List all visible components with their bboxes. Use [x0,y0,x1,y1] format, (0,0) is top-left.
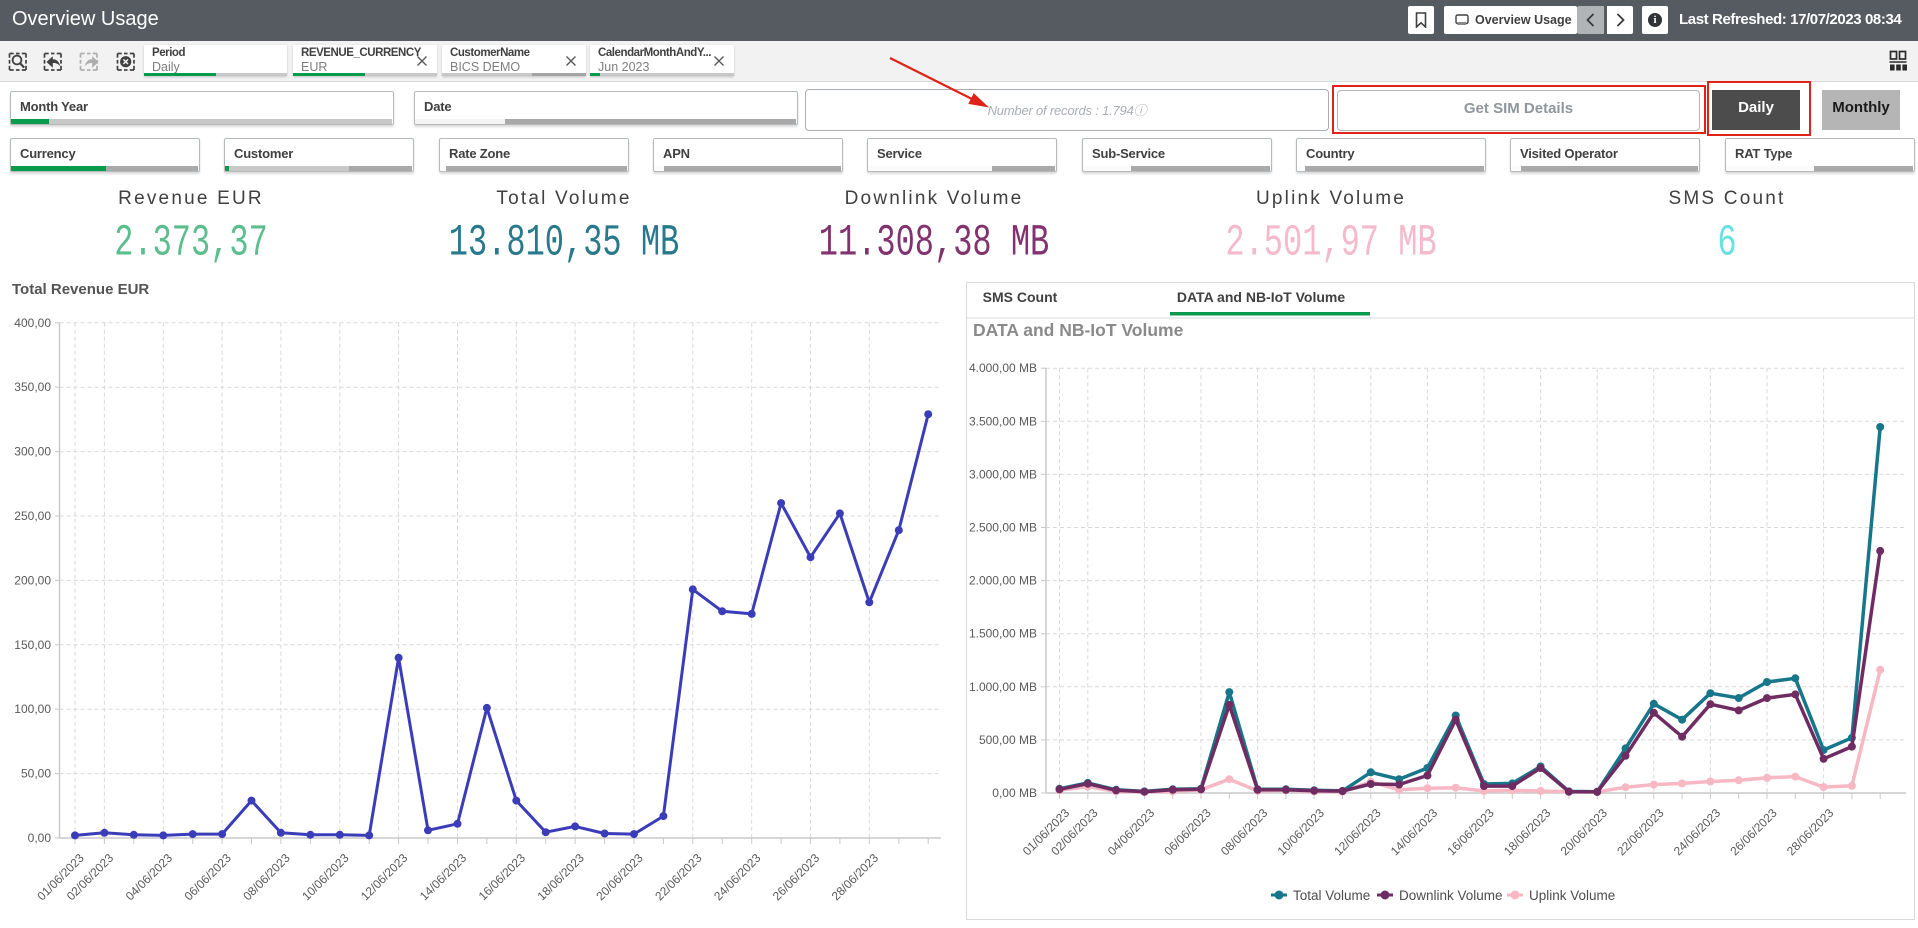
svg-text:1.000,00 MB: 1.000,00 MB [969,680,1037,694]
svg-text:250,00: 250,00 [14,509,51,523]
svg-text:04/06/2023: 04/06/2023 [1105,806,1158,859]
svg-text:08/06/2023: 08/06/2023 [1218,806,1271,859]
svg-text:350,00: 350,00 [14,380,51,394]
svg-text:20/06/2023: 20/06/2023 [1558,806,1611,859]
svg-text:14/06/2023: 14/06/2023 [417,851,470,904]
svg-text:28/06/2023: 28/06/2023 [829,851,882,904]
svg-text:500,00 MB: 500,00 MB [979,733,1037,747]
svg-text:24/06/2023: 24/06/2023 [711,851,764,904]
svg-text:10/06/2023: 10/06/2023 [1275,806,1328,859]
svg-text:22/06/2023: 22/06/2023 [652,851,705,904]
svg-text:1.500,00 MB: 1.500,00 MB [969,627,1037,641]
svg-text:2.500,00 MB: 2.500,00 MB [969,521,1037,535]
svg-text:400,00: 400,00 [14,316,51,330]
svg-text:100,00: 100,00 [14,702,51,716]
svg-text:06/06/2023: 06/06/2023 [182,851,235,904]
svg-text:06/06/2023: 06/06/2023 [1161,806,1214,859]
svg-text:10/06/2023: 10/06/2023 [299,851,352,904]
svg-text:22/06/2023: 22/06/2023 [1614,806,1667,859]
svg-text:26/06/2023: 26/06/2023 [1727,806,1780,859]
svg-text:Total Volume: Total Volume [1293,888,1370,903]
svg-text:26/06/2023: 26/06/2023 [770,851,823,904]
svg-text:Uplink Volume: Uplink Volume [1529,888,1615,903]
svg-text:DATA and NB-IoT Volume: DATA and NB-IoT Volume [1177,289,1345,305]
svg-text:150,00: 150,00 [14,638,51,652]
svg-text:SMS Count: SMS Count [983,289,1058,305]
svg-text:20/06/2023: 20/06/2023 [593,851,646,904]
svg-text:3.000,00 MB: 3.000,00 MB [969,467,1037,481]
svg-text:24/06/2023: 24/06/2023 [1671,806,1724,859]
svg-text:Total Revenue EUR: Total Revenue EUR [12,281,149,298]
svg-text:18/06/2023: 18/06/2023 [1501,806,1554,859]
svg-text:12/06/2023: 12/06/2023 [358,851,411,904]
svg-text:300,00: 300,00 [14,445,51,459]
svg-text:50,00: 50,00 [21,767,51,781]
svg-text:Downlink Volume: Downlink Volume [1399,888,1503,903]
svg-text:12/06/2023: 12/06/2023 [1331,806,1384,859]
svg-text:0,00 MB: 0,00 MB [992,786,1037,800]
svg-text:0,00: 0,00 [28,831,52,845]
svg-text:08/06/2023: 08/06/2023 [240,851,293,904]
svg-text:28/06/2023: 28/06/2023 [1784,806,1837,859]
svg-text:200,00: 200,00 [14,573,51,587]
svg-text:04/06/2023: 04/06/2023 [123,851,176,904]
svg-text:2.000,00 MB: 2.000,00 MB [969,574,1037,588]
svg-text:DATA and NB-IoT Volume: DATA and NB-IoT Volume [973,320,1184,340]
svg-text:16/06/2023: 16/06/2023 [476,851,529,904]
svg-text:3.500,00 MB: 3.500,00 MB [969,414,1037,428]
svg-text:4.000,00 MB: 4.000,00 MB [969,361,1037,375]
svg-text:14/06/2023: 14/06/2023 [1388,806,1441,859]
svg-text:16/06/2023: 16/06/2023 [1444,806,1497,859]
svg-text:18/06/2023: 18/06/2023 [535,851,588,904]
